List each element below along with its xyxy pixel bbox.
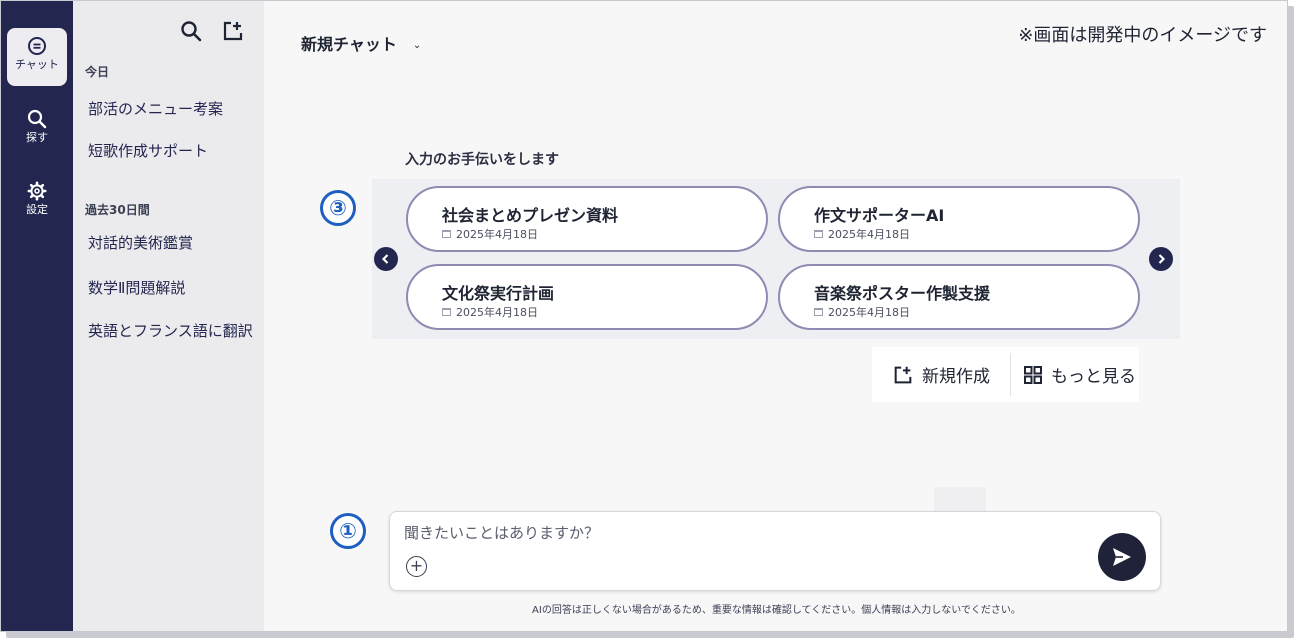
annotation-marker: ① <box>330 513 366 549</box>
card-title: 社会まとめプレゼン資料 <box>442 206 619 225</box>
card-date: 2025年4月18日 <box>814 226 910 242</box>
history-item[interactable]: 部活のメニュー考案 <box>88 97 264 121</box>
chevron-right-icon <box>1158 254 1166 264</box>
rail-item-explore[interactable]: 探す <box>7 101 67 159</box>
template-card[interactable]: 社会まとめプレゼン資料 2025年4月18日 <box>406 186 768 252</box>
annotation-marker: ③ <box>320 190 356 226</box>
template-card[interactable]: 音楽祭ポスター作製支援 2025年4月18日 <box>778 264 1140 330</box>
divider <box>1010 353 1011 396</box>
template-card[interactable]: 作文サポーターAI 2025年4月18日 <box>778 186 1140 252</box>
history-item[interactable]: 英語とフランス語に翻訳 <box>88 319 264 343</box>
section-label-today: 今日 <box>85 65 110 79</box>
card-date: 2025年4月18日 <box>814 304 910 320</box>
rail-item-label: 探す <box>26 131 48 144</box>
card-title: 作文サポーターAI <box>814 206 945 225</box>
grid-icon <box>1024 365 1042 384</box>
new-template-label: 新規作成 <box>922 367 990 387</box>
search-icon <box>27 109 47 129</box>
dev-notice: ※画面は開発中のイメージです <box>1018 25 1267 46</box>
rail-item-chat[interactable]: チャット <box>7 28 67 86</box>
see-more-button[interactable]: もっと見る <box>1023 347 1136 402</box>
calendar-icon <box>814 230 823 238</box>
history-item[interactable]: 対話的美術鑑賞 <box>88 231 264 255</box>
attach-button[interactable]: + <box>406 556 427 577</box>
rail-item-label: 設定 <box>26 203 48 216</box>
calendar-icon <box>814 308 823 316</box>
card-date: 2025年4月18日 <box>442 226 538 242</box>
ai-disclaimer: AIの回答は正しくない場合があるため、重要な情報は確認してください。個人情報は入… <box>532 605 1021 616</box>
carousel-next-button[interactable] <box>1149 247 1173 271</box>
main-panel: 新規チャット ⌄ ※画面は開発中のイメージです 入力のお手伝いをします ③ 社会ま… <box>264 1 1287 631</box>
chevron-left-icon <box>381 254 389 264</box>
history-item[interactable]: 短歌作成サポート <box>88 139 264 163</box>
gear-icon <box>27 181 47 201</box>
chat-title-dropdown[interactable]: 新規チャット ⌄ <box>301 31 421 55</box>
search-icon[interactable] <box>179 19 203 43</box>
assist-heading: 入力のお手伝いをします <box>405 152 559 168</box>
chevron-down-icon: ⌄ <box>412 40 422 51</box>
chat-title: 新規チャット <box>301 35 397 54</box>
carousel-prev-button[interactable] <box>374 247 398 271</box>
calendar-icon <box>442 230 451 238</box>
template-card[interactable]: 文化祭実行計画 2025年4月18日 <box>406 264 768 330</box>
template-actions: 新規作成 もっと見る <box>872 347 1139 402</box>
composer: + <box>389 511 1161 591</box>
template-carousel: 社会まとめプレゼン資料 2025年4月18日 作文サポーターAI 2025年4月… <box>372 179 1180 339</box>
calendar-icon <box>442 308 451 316</box>
history-item[interactable]: 数学Ⅱ問題解説 <box>88 276 264 300</box>
card-date: 2025年4月18日 <box>442 304 538 320</box>
card-title: 音楽祭ポスター作製支援 <box>814 284 991 303</box>
nav-rail: チャット 探す 設定 <box>1 1 73 631</box>
new-chat-icon <box>894 366 912 383</box>
section-label-past-30-days: 過去30日間 <box>85 203 150 217</box>
send-icon <box>1113 548 1131 566</box>
chat-bubble-icon <box>28 37 46 55</box>
see-more-label: もっと見る <box>1051 367 1136 387</box>
rail-item-settings[interactable]: 設定 <box>7 173 67 231</box>
app-window: チャット 探す 設定 今日 部活のメニュー考案 短歌作成サポート 過去30日間 … <box>0 0 1288 632</box>
send-button[interactable] <box>1098 533 1146 581</box>
history-sidebar: 今日 部活のメニュー考案 短歌作成サポート 過去30日間 対話的美術鑑賞 数学Ⅱ… <box>73 1 264 631</box>
message-input[interactable] <box>404 520 1084 546</box>
new-chat-icon[interactable] <box>221 19 245 43</box>
card-title: 文化祭実行計画 <box>442 284 555 303</box>
new-template-button[interactable]: 新規作成 <box>892 347 990 402</box>
rail-item-label: チャット <box>15 58 59 71</box>
